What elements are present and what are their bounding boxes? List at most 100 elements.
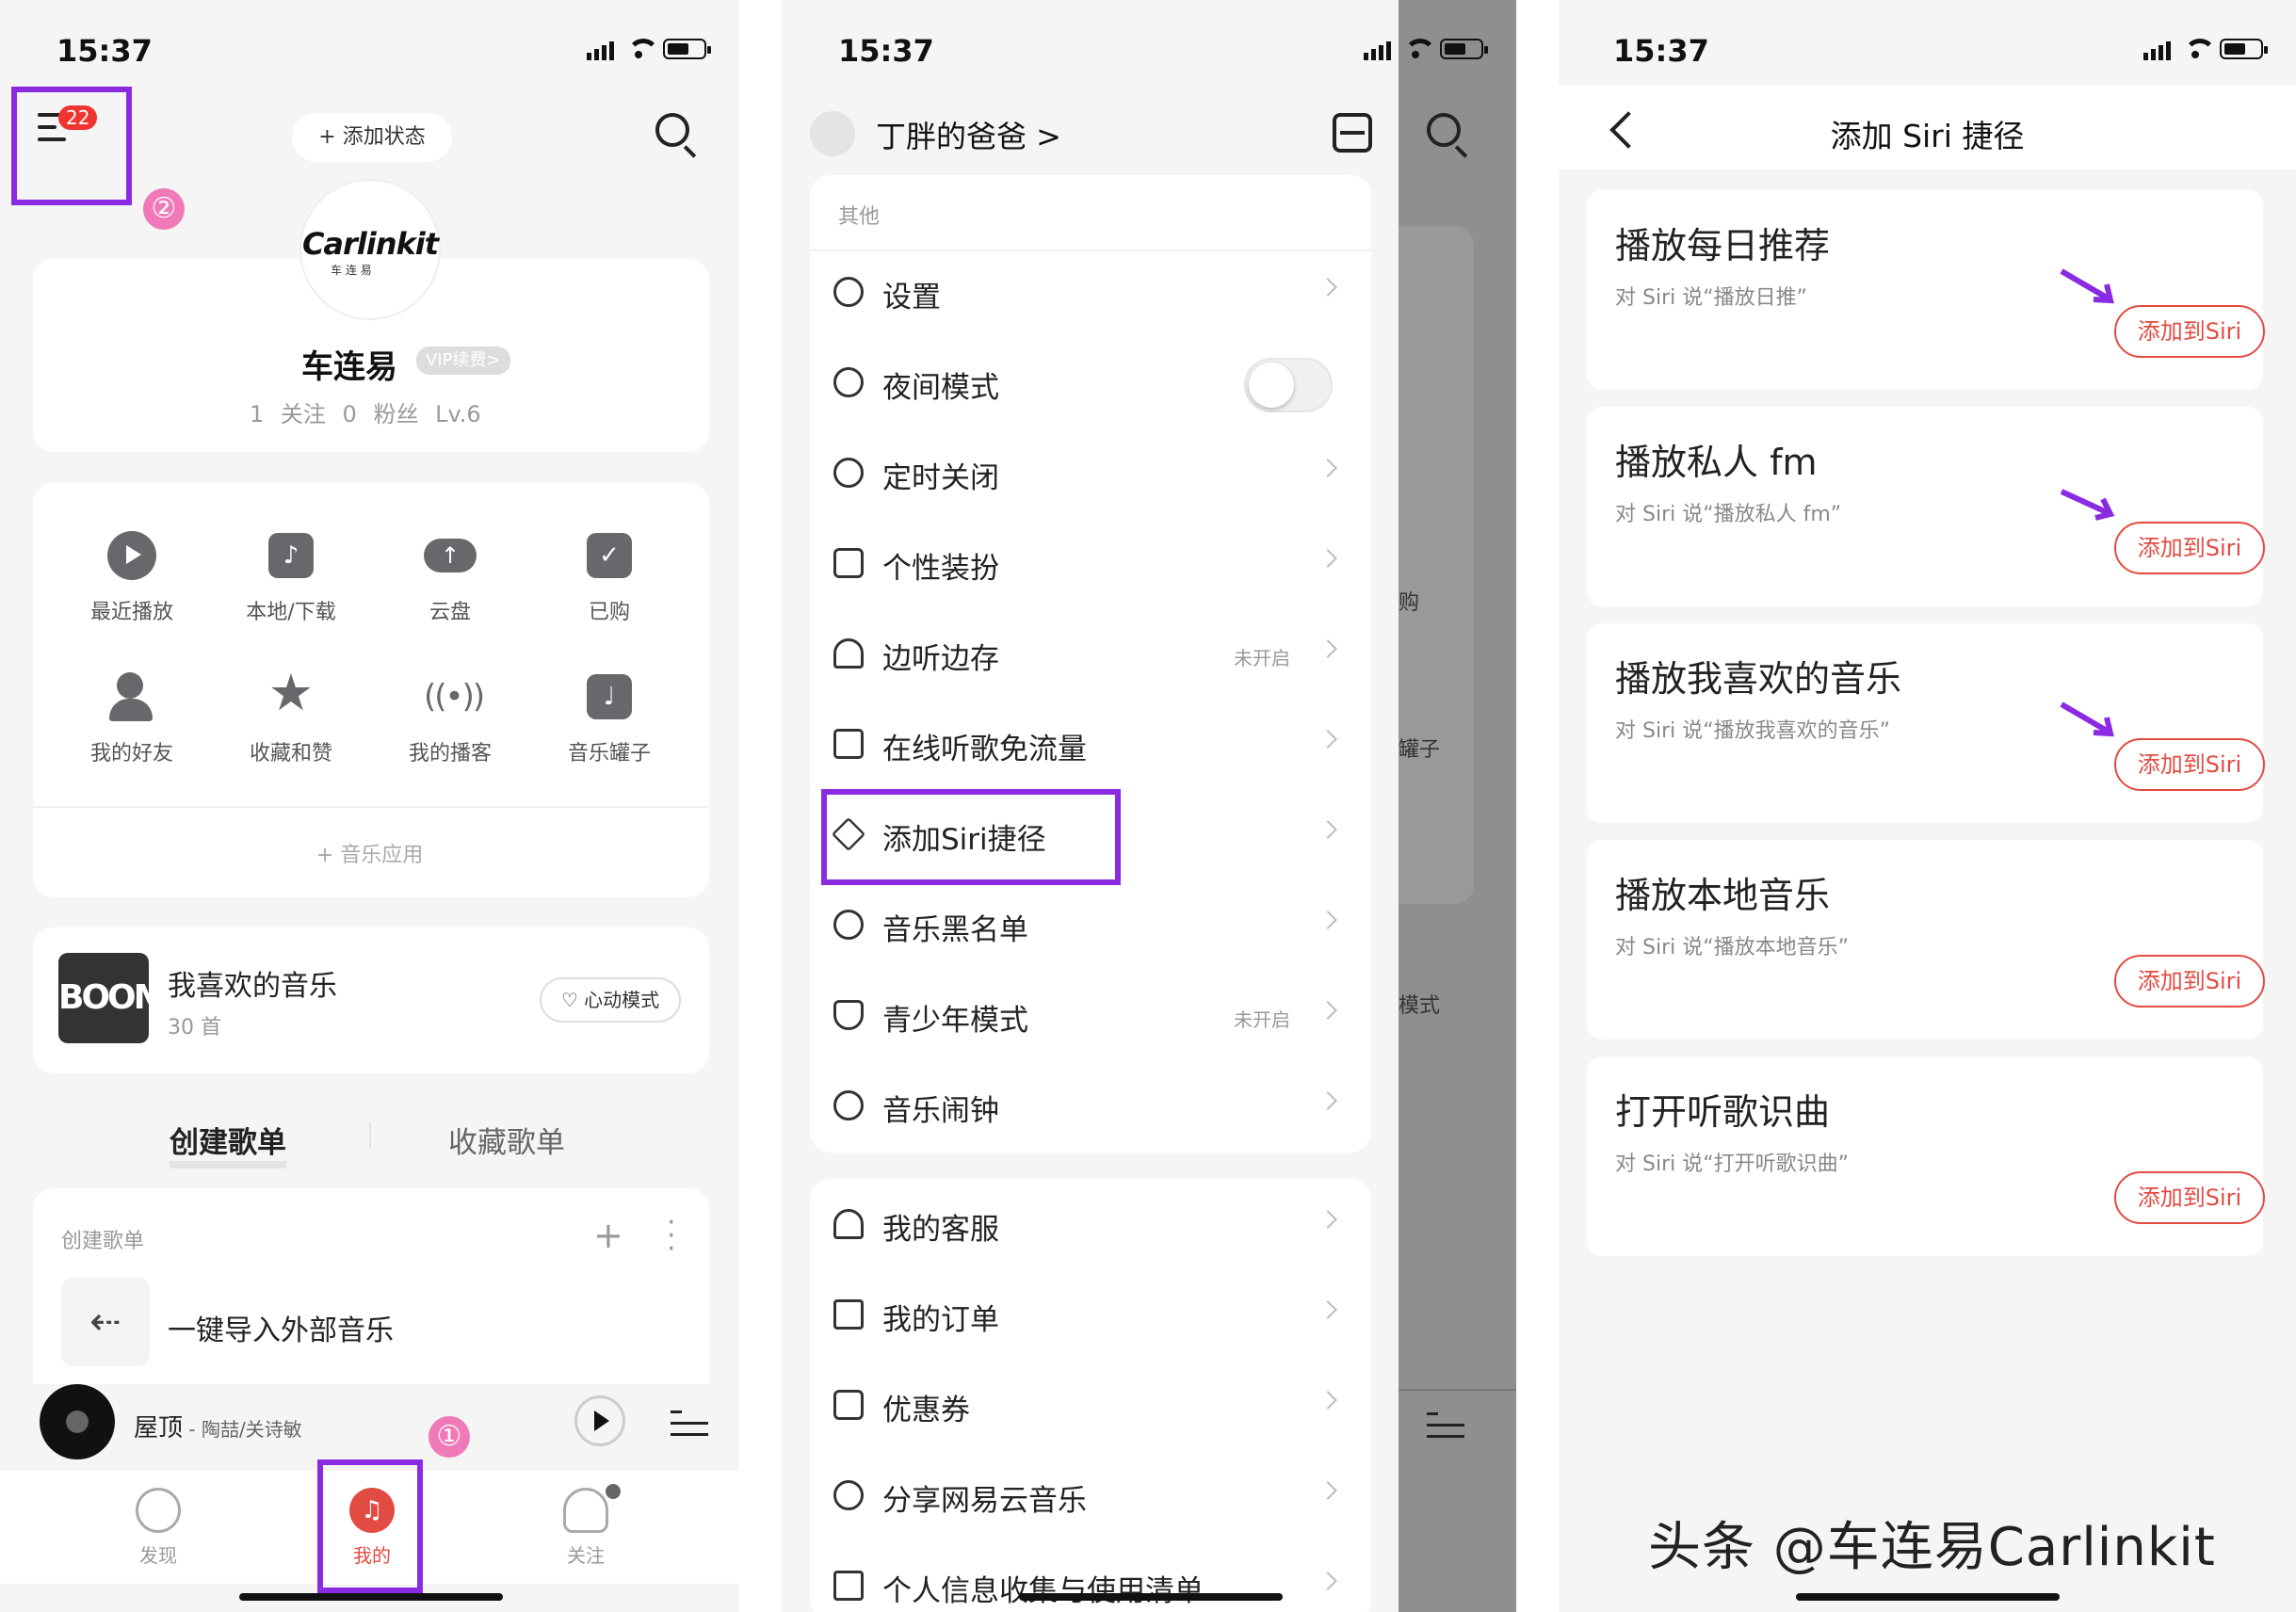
- add-to-siri-button[interactable]: 添加到Siri: [2114, 1171, 2265, 1224]
- add-to-siri-button[interactable]: 添加到Siri: [2114, 305, 2265, 358]
- nav-follow[interactable]: 关注: [539, 1488, 633, 1568]
- add-to-siri-button[interactable]: 添加到Siri: [2114, 522, 2265, 574]
- menu-item-theme[interactable]: 个性装扮: [815, 520, 1361, 610]
- quick-item-recent[interactable]: 最近播放: [66, 529, 198, 625]
- siri-item-title: 播放我喜欢的音乐: [1615, 658, 1902, 700]
- dim-divider: [1399, 1389, 1516, 1391]
- siri-item-local-music: 播放本地音乐 对 Siri 说“播放本地音乐” 添加到Siri: [1587, 840, 2265, 1040]
- liked-album-cover: BOOM: [58, 953, 167, 1043]
- quick-item-label: 最近播放: [89, 601, 173, 624]
- add-to-siri-button[interactable]: 添加到Siri: [2114, 738, 2265, 791]
- tab-collected-playlists[interactable]: 收藏歌单: [448, 1119, 565, 1161]
- playlist-section-title: 创建歌单: [61, 1230, 145, 1253]
- sim-card-icon: [833, 729, 864, 759]
- import-external-music[interactable]: 一键导入外部音乐: [168, 1307, 394, 1348]
- chevron-right-icon: [1318, 278, 1337, 297]
- phone-side-menu: 购 罐子 模式 15:37 丁胖的爸爸 > 其他 设置 夜间模式 定时关闭 个性…: [782, 0, 1516, 1612]
- playlist-queue-icon[interactable]: [671, 1410, 708, 1444]
- highlight-nav-my-box: [317, 1459, 423, 1593]
- quick-item-friends[interactable]: 我的好友: [66, 670, 198, 766]
- avatar[interactable]: [810, 111, 855, 156]
- heart-mode-button[interactable]: ♡ 心动模式: [540, 977, 681, 1023]
- tab-created-playlists[interactable]: 创建歌单: [170, 1119, 286, 1169]
- status-time: 15:37: [1613, 33, 1709, 69]
- signal-icon: [1364, 38, 1391, 60]
- quick-item-favorites[interactable]: ★ 收藏和赞: [225, 667, 357, 766]
- add-to-siri-button[interactable]: 添加到Siri: [2114, 955, 2265, 1008]
- logo-subtext: 车 连 易: [331, 264, 372, 277]
- menu-item-orders[interactable]: 我的订单: [815, 1271, 1361, 1362]
- menu-item-label: 音乐闹钟: [882, 1094, 999, 1128]
- liked-title: 我喜欢的音乐: [168, 970, 337, 1003]
- user-name-link[interactable]: 丁胖的爸爸 >: [876, 113, 1061, 156]
- menu-item-free-data[interactable]: 在线听歌免流量: [815, 701, 1361, 791]
- timer-icon: [833, 458, 864, 488]
- status-bar: 15:37: [782, 28, 1488, 75]
- chevron-right-icon: [1318, 1300, 1337, 1319]
- now-playing-artist: - 陶喆/关诗敏: [183, 1418, 302, 1441]
- battery-icon: [663, 39, 711, 59]
- siri-item-liked-music: 播放我喜欢的音乐 对 Siri 说“播放我喜欢的音乐” 添加到Siri: [1587, 623, 2265, 823]
- coupon-icon: [833, 1390, 864, 1420]
- scan-icon[interactable]: [1333, 113, 1372, 153]
- siri-item-daily: 播放每日推荐 对 Siri 说“播放日推” 添加到Siri: [1587, 190, 2265, 390]
- highlight-menu-box: [11, 87, 132, 205]
- menu-item-privacy-list[interactable]: 个人信息收集与使用清单: [815, 1542, 1361, 1612]
- moon-icon: [833, 367, 864, 397]
- siri-item-title: 播放本地音乐: [1615, 875, 1831, 916]
- user-name[interactable]: 车连易: [301, 341, 397, 387]
- cloud-upload-icon: ↑: [424, 529, 477, 582]
- nav-discover[interactable]: 发现: [111, 1488, 205, 1568]
- menu-item-music-alarm[interactable]: 音乐闹钟: [815, 1062, 1361, 1153]
- quick-item-podcast[interactable]: ((•)) 我的播客: [384, 670, 516, 766]
- quick-item-local[interactable]: ♪ 本地/下载: [225, 529, 357, 625]
- status-bar: 15:37: [1559, 28, 2296, 75]
- playlist-queue-icon: [1427, 1412, 1464, 1446]
- follows-count[interactable]: 1 关注: [250, 401, 326, 427]
- menu-item-night-mode[interactable]: 夜间模式: [815, 339, 1361, 429]
- jar-icon: ♩: [583, 670, 636, 723]
- quick-item-purchased[interactable]: ✓ 已购: [543, 529, 675, 625]
- music-note-icon: ♪: [265, 529, 317, 582]
- menu-item-share[interactable]: 分享网易云音乐: [815, 1452, 1361, 1542]
- menu-item-teen-mode[interactable]: 青少年模式 未开启: [815, 972, 1361, 1062]
- pointer-arrow-icon: [2060, 701, 2114, 737]
- headphones-icon: [833, 638, 864, 669]
- dim-text: 购: [1399, 591, 1420, 615]
- menu-item-label: 定时关闭: [882, 461, 999, 495]
- play-button-icon[interactable]: [574, 1395, 625, 1446]
- music-apps-button[interactable]: + 音乐应用: [0, 838, 739, 868]
- menu-item-customer-service[interactable]: 我的客服: [815, 1181, 1361, 1271]
- add-status-button[interactable]: + 添加状态: [292, 113, 452, 162]
- chevron-right-icon: [1318, 1572, 1337, 1590]
- menu-item-label: 我的订单: [882, 1303, 999, 1337]
- avatar[interactable]: Carlinkit 车 连 易: [299, 179, 441, 320]
- menu-item-coupons[interactable]: 优惠券: [815, 1362, 1361, 1452]
- menu-item-label: 在线听歌免流量: [882, 733, 1087, 766]
- vip-badge[interactable]: VIP续费>: [416, 347, 510, 375]
- add-playlist-icon[interactable]: +: [593, 1215, 623, 1256]
- dimmed-background[interactable]: 购 罐子 模式: [1399, 0, 1516, 1612]
- quick-item-cloud[interactable]: ↑ 云盘: [384, 529, 516, 625]
- watermark-text: 头条 @车连易Carlinkit: [1648, 1517, 2216, 1578]
- level: Lv.6: [435, 401, 481, 427]
- pointer-arrow-icon: [2060, 268, 2114, 304]
- menu-item-blacklist[interactable]: 音乐黑名单: [815, 881, 1361, 972]
- siri-item-phrase: 对 Siri 说“播放私人 fm”: [1615, 503, 1842, 526]
- phone-my-page: 15:37 22 ② + 添加状态 Carlinkit 车 连 易 车连易 VI…: [0, 0, 739, 1612]
- menu-item-cache-while-listening[interactable]: 边听边存 未开启: [815, 610, 1361, 701]
- menu-item-settings[interactable]: 设置: [815, 249, 1361, 339]
- home-indicator: [1796, 1593, 2060, 1601]
- menu-item-sleep-timer[interactable]: 定时关闭: [815, 429, 1361, 520]
- divider: [33, 806, 709, 808]
- fans-count[interactable]: 0 粉丝: [343, 401, 419, 427]
- signal-icon: [2143, 38, 2171, 60]
- night-mode-toggle[interactable]: [1244, 358, 1333, 412]
- more-icon[interactable]: · · ·: [667, 1209, 676, 1264]
- search-icon[interactable]: [655, 113, 689, 147]
- quick-item-jar[interactable]: ♩ 音乐罐子: [543, 670, 675, 766]
- wifi-icon: [1402, 39, 1436, 59]
- step-marker-2: ②: [143, 188, 185, 230]
- menu-item-status: 未开启: [1234, 647, 1290, 669]
- headset-icon: [833, 1209, 864, 1239]
